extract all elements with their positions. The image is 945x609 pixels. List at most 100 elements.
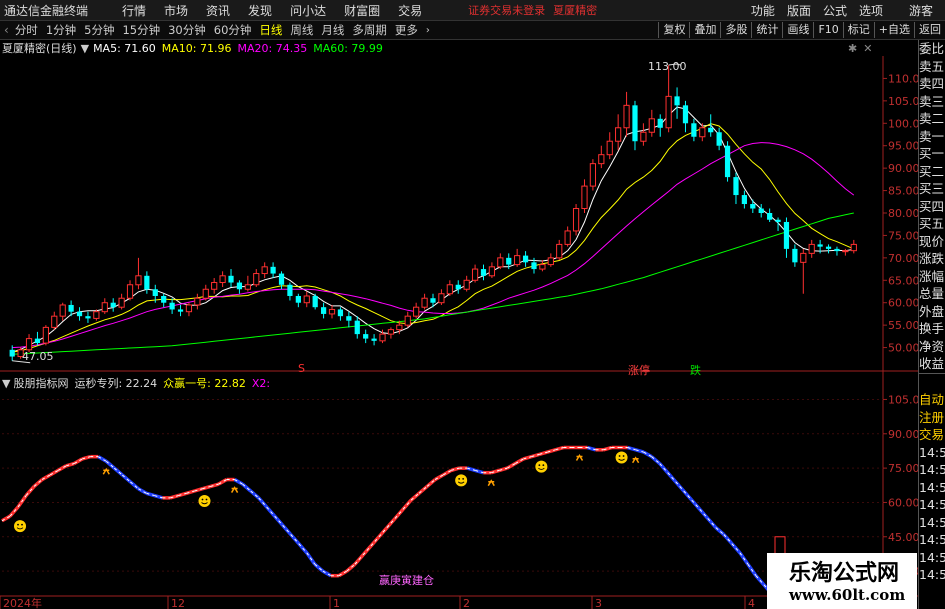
candle-body-down — [758, 208, 764, 213]
quote-field-1: 卖五 — [919, 58, 945, 74]
candle-body-up — [185, 304, 193, 313]
candle-body-down — [708, 127, 714, 133]
candle-body-up — [606, 140, 613, 156]
quote-field-5: 卖一 — [919, 128, 945, 144]
candle-body-up — [581, 185, 588, 210]
watermark-title: 乐淘公式网 — [789, 561, 900, 586]
candle-body-down — [682, 105, 689, 124]
candle-body-down — [834, 248, 840, 252]
candle-body-up — [244, 284, 251, 290]
limit-up-signal: 涨停 — [628, 364, 650, 377]
candle-body-down — [733, 177, 739, 196]
candle-body-up — [202, 288, 209, 299]
candle-body-up — [514, 255, 521, 266]
quote-field-13: 涨幅 — [919, 268, 945, 284]
candle-body-down — [506, 257, 512, 265]
high-price-label: 113.00 — [648, 60, 687, 73]
candle-body-down — [110, 302, 116, 308]
candle-body-down — [817, 244, 823, 247]
sub-tick-label: 90.00 — [888, 428, 918, 441]
smiley-icon — [455, 474, 468, 487]
quote-side-panel: 委比 卖五 卖四 卖三 卖二 卖一 买一 买二 买三 买四 买五 现价 涨跌 涨幅 总量 外盘 换手 净资 收益 自动… — [918, 40, 945, 609]
date-tick-label: 3 — [595, 597, 602, 609]
peak-person-icon — [575, 454, 584, 461]
quote-field-21: 注册 — [919, 409, 945, 425]
peak-person-icon — [230, 486, 239, 493]
date-tick-label: 1 — [333, 597, 340, 609]
candle-body-down — [363, 334, 369, 339]
candle-body-up — [261, 266, 268, 275]
date-tick-label: 2 — [463, 597, 470, 609]
candle-body-down — [522, 255, 529, 263]
quote-field-22: 交易 — [919, 427, 945, 442]
candle-body-down — [775, 219, 781, 222]
candle-body-up — [51, 315, 58, 328]
smiley-eye — [201, 498, 204, 501]
smiley-eye — [622, 455, 625, 457]
candle-body-up — [547, 257, 554, 266]
smiley-eye — [538, 464, 541, 467]
quote-field-4: 卖二 — [919, 111, 945, 126]
candle-body-up — [497, 257, 504, 268]
build-position-label: 赢庚寅建仓 — [379, 574, 434, 587]
drop-signal: 跌 — [690, 364, 701, 377]
candle-body-down — [85, 316, 91, 319]
candle-body-up — [589, 163, 597, 187]
candle-body-down — [480, 269, 487, 276]
smiley-eye — [542, 464, 545, 467]
candle-body-up — [194, 297, 201, 306]
candle-body-up — [135, 275, 142, 286]
watermark: 乐淘公式网 www.60lt.com — [767, 553, 917, 609]
quote-field-11: 现价 — [919, 233, 945, 249]
candle-body-down — [783, 221, 790, 249]
kline-chart[interactable]: 110.0 105.0 100.0 95.00 90.00 85.00 80.00 75.00… — [0, 0, 918, 609]
candle-body-up — [665, 95, 672, 129]
s-signal: S — [298, 362, 305, 375]
quote-field-26: 14:56 — [919, 497, 945, 512]
smiley-eye — [17, 523, 19, 526]
peak-person-icon — [487, 479, 495, 487]
candle-body-up — [396, 324, 403, 331]
candle-body-down — [161, 295, 167, 303]
candle-body-down — [34, 338, 41, 344]
price-tick-label: 75.00 — [888, 229, 918, 242]
quote-field-10: 买五 — [919, 216, 945, 231]
quote-field-16: 换手 — [919, 321, 945, 336]
candle-body-down — [657, 118, 663, 128]
candle-body-down — [346, 316, 352, 321]
smiley-eye — [205, 498, 208, 501]
candle-body-down — [144, 275, 150, 290]
candle-body-down — [716, 132, 722, 146]
quote-field-23: 14:56 — [919, 444, 945, 460]
candle-body-up — [446, 284, 453, 295]
quote-field-3: 卖三 — [919, 93, 945, 109]
candle-body-up — [421, 297, 428, 308]
candle-body-down — [455, 284, 461, 290]
candle-body-up — [93, 311, 100, 319]
price-tick-label: 55.00 — [888, 319, 918, 332]
date-tick-label: 12 — [171, 597, 185, 609]
candle-body-down — [750, 204, 756, 209]
watermark-url: www.60lt.com — [789, 586, 906, 604]
quote-field-20: 自动 — [919, 392, 945, 407]
quote-field-29: 14:56 — [919, 549, 945, 565]
candle-body-up — [118, 297, 125, 308]
price-tick-label: 80.00 — [888, 207, 918, 220]
candle-body-down — [371, 338, 377, 341]
price-tick-label: 70.00 — [888, 252, 918, 265]
tool-back[interactable]: 返回 — [914, 22, 945, 38]
date-tick-label: 2024年 — [3, 596, 42, 609]
smiley-eye — [618, 455, 621, 457]
candle-body-up — [488, 266, 496, 277]
candle-body-up — [25, 338, 33, 351]
price-tick-label: 50.00 — [888, 342, 918, 355]
candle-body-up — [648, 118, 655, 133]
candle-body-down — [430, 298, 436, 303]
quote-field-28: 14:56 — [919, 532, 945, 547]
candle-body-down — [295, 295, 301, 303]
quote-field-30: 14:56 — [919, 567, 945, 582]
sub-tick-label: 105.0 — [888, 393, 918, 406]
candle-body-down — [691, 123, 697, 137]
candle-body-up — [42, 326, 49, 344]
price-tick-label: 110.0 — [888, 72, 918, 85]
